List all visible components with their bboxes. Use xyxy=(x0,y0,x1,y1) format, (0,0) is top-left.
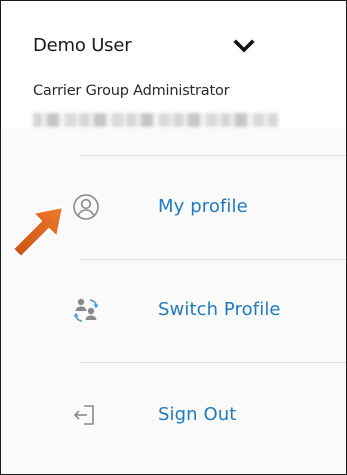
pointer-arrow-icon xyxy=(12,206,64,258)
divider xyxy=(79,362,346,363)
menu-item-sign-out[interactable]: Sign Out xyxy=(63,387,346,445)
chevron-down-icon[interactable] xyxy=(233,39,255,55)
user-header: Demo User Carrier Group Administrator xyxy=(1,1,346,128)
user-role: Carrier Group Administrator xyxy=(33,83,230,99)
redacted-email xyxy=(33,113,279,127)
user-menu-panel: Demo User Carrier Group Administrator My… xyxy=(0,0,347,475)
my-profile-label: My profile xyxy=(158,196,248,217)
sign-out-icon xyxy=(73,405,94,425)
divider xyxy=(79,259,346,260)
menu-item-my-profile[interactable]: My profile xyxy=(63,179,346,237)
divider xyxy=(79,155,346,156)
switch-users-icon xyxy=(73,298,99,322)
switch-profile-label: Switch Profile xyxy=(158,299,281,320)
sign-out-label: Sign Out xyxy=(158,404,237,425)
user-name: Demo User xyxy=(33,35,132,56)
menu-item-switch-profile[interactable]: Switch Profile xyxy=(63,282,346,340)
